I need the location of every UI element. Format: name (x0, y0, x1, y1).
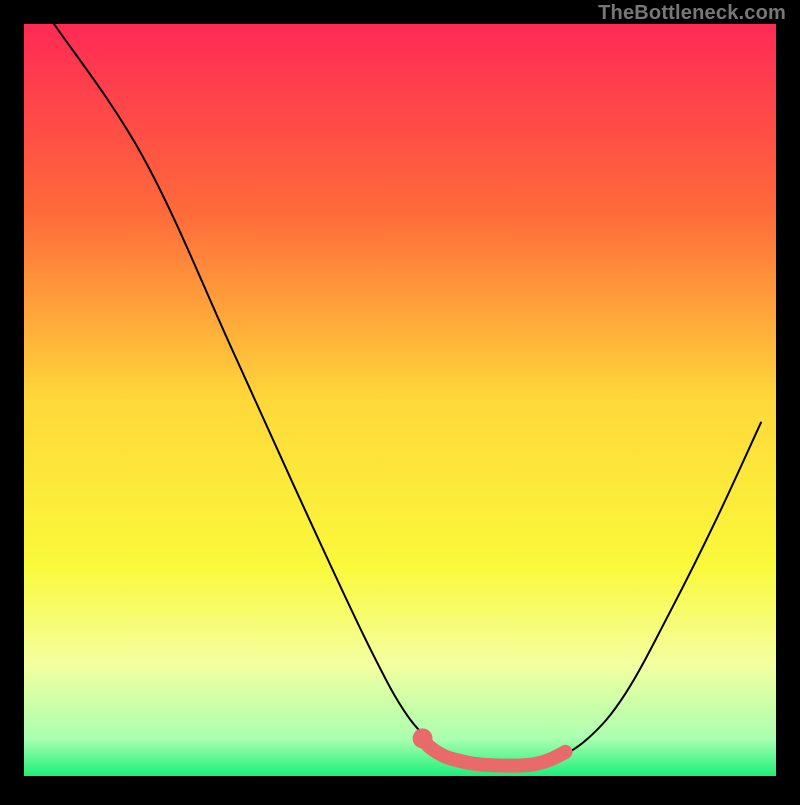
watermark-label: TheBottleneck.com (598, 2, 786, 25)
plot-background (24, 24, 776, 776)
highlight-dot (413, 728, 433, 748)
bottleneck-chart (0, 0, 800, 800)
chart-svg (0, 0, 800, 800)
